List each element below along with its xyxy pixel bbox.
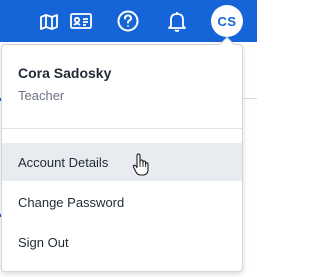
user-name: Cora Sadosky <box>18 65 112 81</box>
map-icon[interactable] <box>34 6 64 36</box>
help-icon[interactable] <box>113 6 143 36</box>
menu-divider <box>2 128 242 129</box>
user-role: Teacher <box>18 88 65 103</box>
avatar-initials: CS <box>217 13 237 29</box>
menu-item-label: Account Details <box>18 154 109 170</box>
menu-item-label: Change Password <box>18 194 125 210</box>
id-card-icon[interactable] <box>66 6 96 36</box>
notification-bell-icon[interactable] <box>162 6 192 36</box>
change-password-menu-item[interactable]: Change Password <box>2 183 242 221</box>
sign-out-menu-item[interactable]: Sign Out <box>2 223 242 261</box>
top-app-bar: CS <box>0 0 257 42</box>
background-divider <box>243 98 257 99</box>
user-dropdown-menu: Cora Sadosky Teacher Account Details Cha… <box>1 36 243 272</box>
menu-item-label: Sign Out <box>18 234 69 250</box>
account-details-menu-item[interactable]: Account Details <box>2 143 242 181</box>
user-avatar-button[interactable]: CS <box>211 5 243 37</box>
